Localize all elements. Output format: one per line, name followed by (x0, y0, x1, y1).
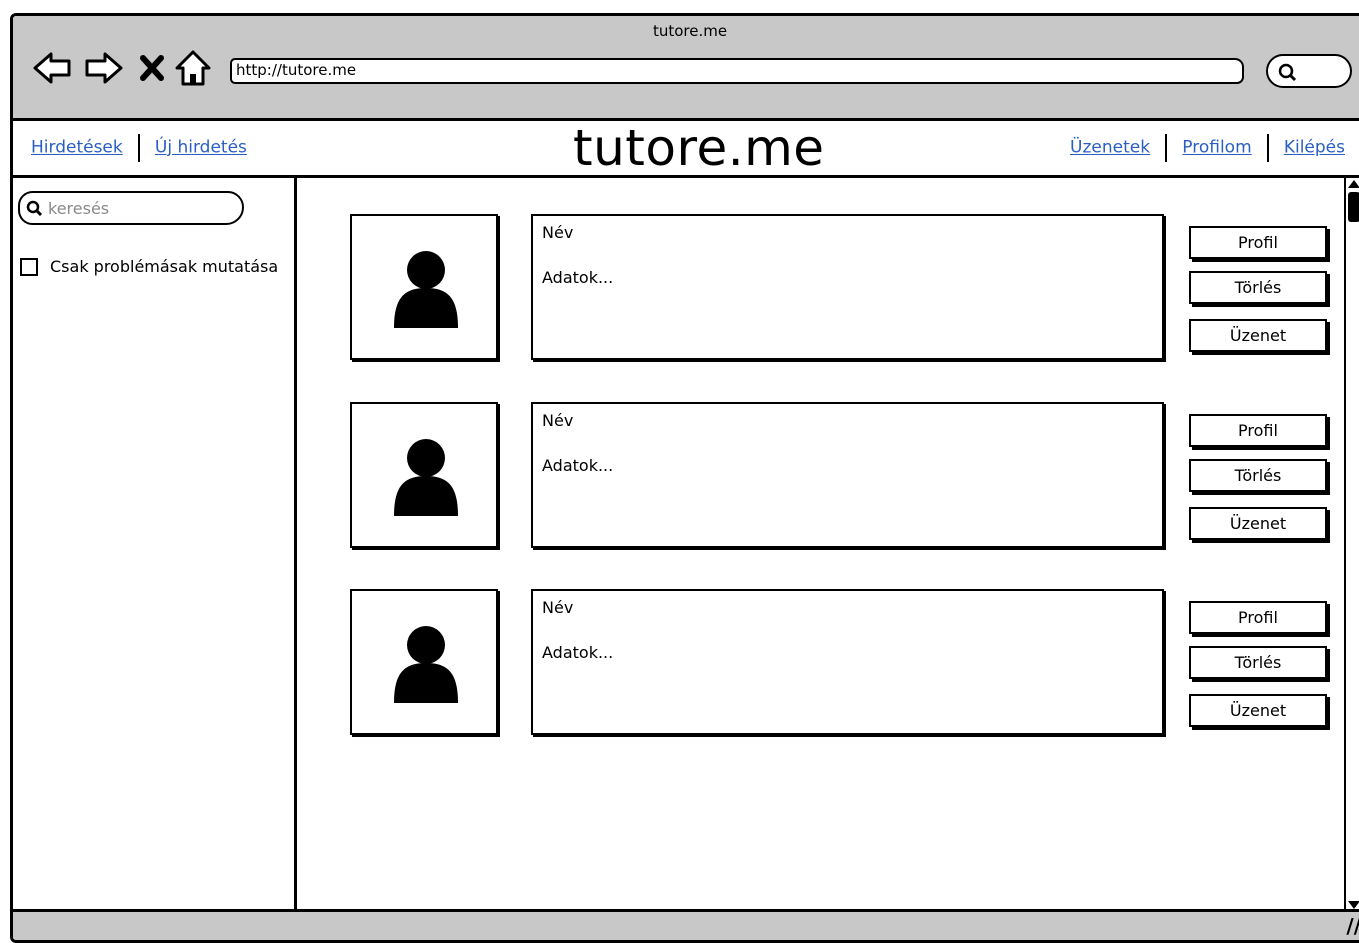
profile-button[interactable]: Profil (1189, 601, 1327, 634)
nav-link-uzenetek[interactable]: Üzenetek (1070, 138, 1150, 158)
vertical-scrollbar[interactable] (1344, 178, 1359, 911)
home-icon[interactable] (173, 46, 217, 90)
search-icon (1278, 63, 1297, 82)
sidebar: Csak problémásak mutatása (13, 178, 297, 911)
delete-button[interactable]: Törlés (1189, 271, 1327, 304)
forward-icon[interactable] (81, 46, 125, 90)
user-avatar-icon (394, 438, 458, 516)
browser-search-button[interactable] (1266, 54, 1352, 88)
address-bar[interactable]: http://tutore.me (230, 58, 1244, 84)
listing-name: Név (542, 598, 574, 617)
problem-filter-checkbox[interactable]: Csak problémásak mutatása (20, 257, 278, 276)
profile-photo (350, 589, 498, 735)
browser-chrome: tutore.me http://tutore.me (13, 16, 1359, 121)
message-button[interactable]: Üzenet (1189, 319, 1327, 352)
listing-name: Név (542, 223, 574, 242)
address-text: http://tutore.me (236, 61, 357, 79)
window-title: tutore.me (652, 22, 728, 40)
listings-panel: Név Adatok... Profil Törlés Üzenet Név Adatok.… (297, 178, 1343, 911)
checkbox-box[interactable] (20, 257, 38, 276)
user-avatar-icon (394, 250, 458, 328)
nav-separator (137, 134, 140, 162)
listing-info: Név Adatok... (531, 214, 1164, 360)
listing-row: Név Adatok... Profil Törlés Üzenet (350, 214, 1349, 362)
search-box (18, 191, 244, 225)
listing-details: Adatok... (542, 268, 614, 287)
stop-icon[interactable] (133, 46, 177, 90)
nav-link-uj-hirdetes[interactable]: Új hirdetés (155, 138, 247, 158)
scroll-down-arrow-icon[interactable] (1348, 901, 1359, 909)
resize-grip-icon[interactable]: // (1346, 914, 1359, 938)
site-logo: tutore.me (573, 119, 825, 177)
profile-button[interactable]: Profil (1189, 414, 1327, 447)
profile-button[interactable]: Profil (1189, 226, 1327, 259)
nav-separator (1165, 134, 1168, 162)
listing-details: Adatok... (542, 643, 614, 662)
status-bar: // (13, 909, 1359, 940)
user-avatar-icon (394, 625, 458, 703)
listing-row: Név Adatok... Profil Törlés Üzenet (350, 402, 1349, 550)
nav-separator (1266, 134, 1269, 162)
listing-details: Adatok... (542, 456, 614, 475)
nav-link-kilepes[interactable]: Kilépés (1284, 138, 1345, 158)
delete-button[interactable]: Törlés (1189, 459, 1327, 492)
listing-info: Név Adatok... (531, 402, 1164, 548)
scroll-up-arrow-icon[interactable] (1348, 180, 1359, 188)
browser-window: tutore.me http://tutore.me Hirdetések Új… (10, 13, 1359, 943)
message-button[interactable]: Üzenet (1189, 694, 1327, 727)
nav-link-profilom[interactable]: Profilom (1182, 138, 1251, 158)
header-right-nav: Üzenetek Profilom Kilépés (1070, 134, 1345, 162)
delete-button[interactable]: Törlés (1189, 646, 1327, 679)
search-input[interactable] (46, 195, 240, 221)
listing-name: Név (542, 411, 574, 430)
back-icon[interactable] (31, 46, 75, 90)
search-icon (26, 200, 42, 216)
site-header: Hirdetések Új hirdetés tutore.me Üzenete… (13, 119, 1359, 178)
checkbox-label: Csak problémásak mutatása (50, 257, 279, 276)
header-left-nav: Hirdetések Új hirdetés (31, 134, 247, 162)
message-button[interactable]: Üzenet (1189, 507, 1327, 540)
listing-row: Név Adatok... Profil Törlés Üzenet (350, 589, 1349, 737)
scroll-thumb[interactable] (1348, 192, 1359, 222)
listing-info: Név Adatok... (531, 589, 1164, 735)
nav-link-hirdetesek[interactable]: Hirdetések (31, 138, 123, 158)
profile-photo (350, 214, 498, 360)
profile-photo (350, 402, 498, 548)
